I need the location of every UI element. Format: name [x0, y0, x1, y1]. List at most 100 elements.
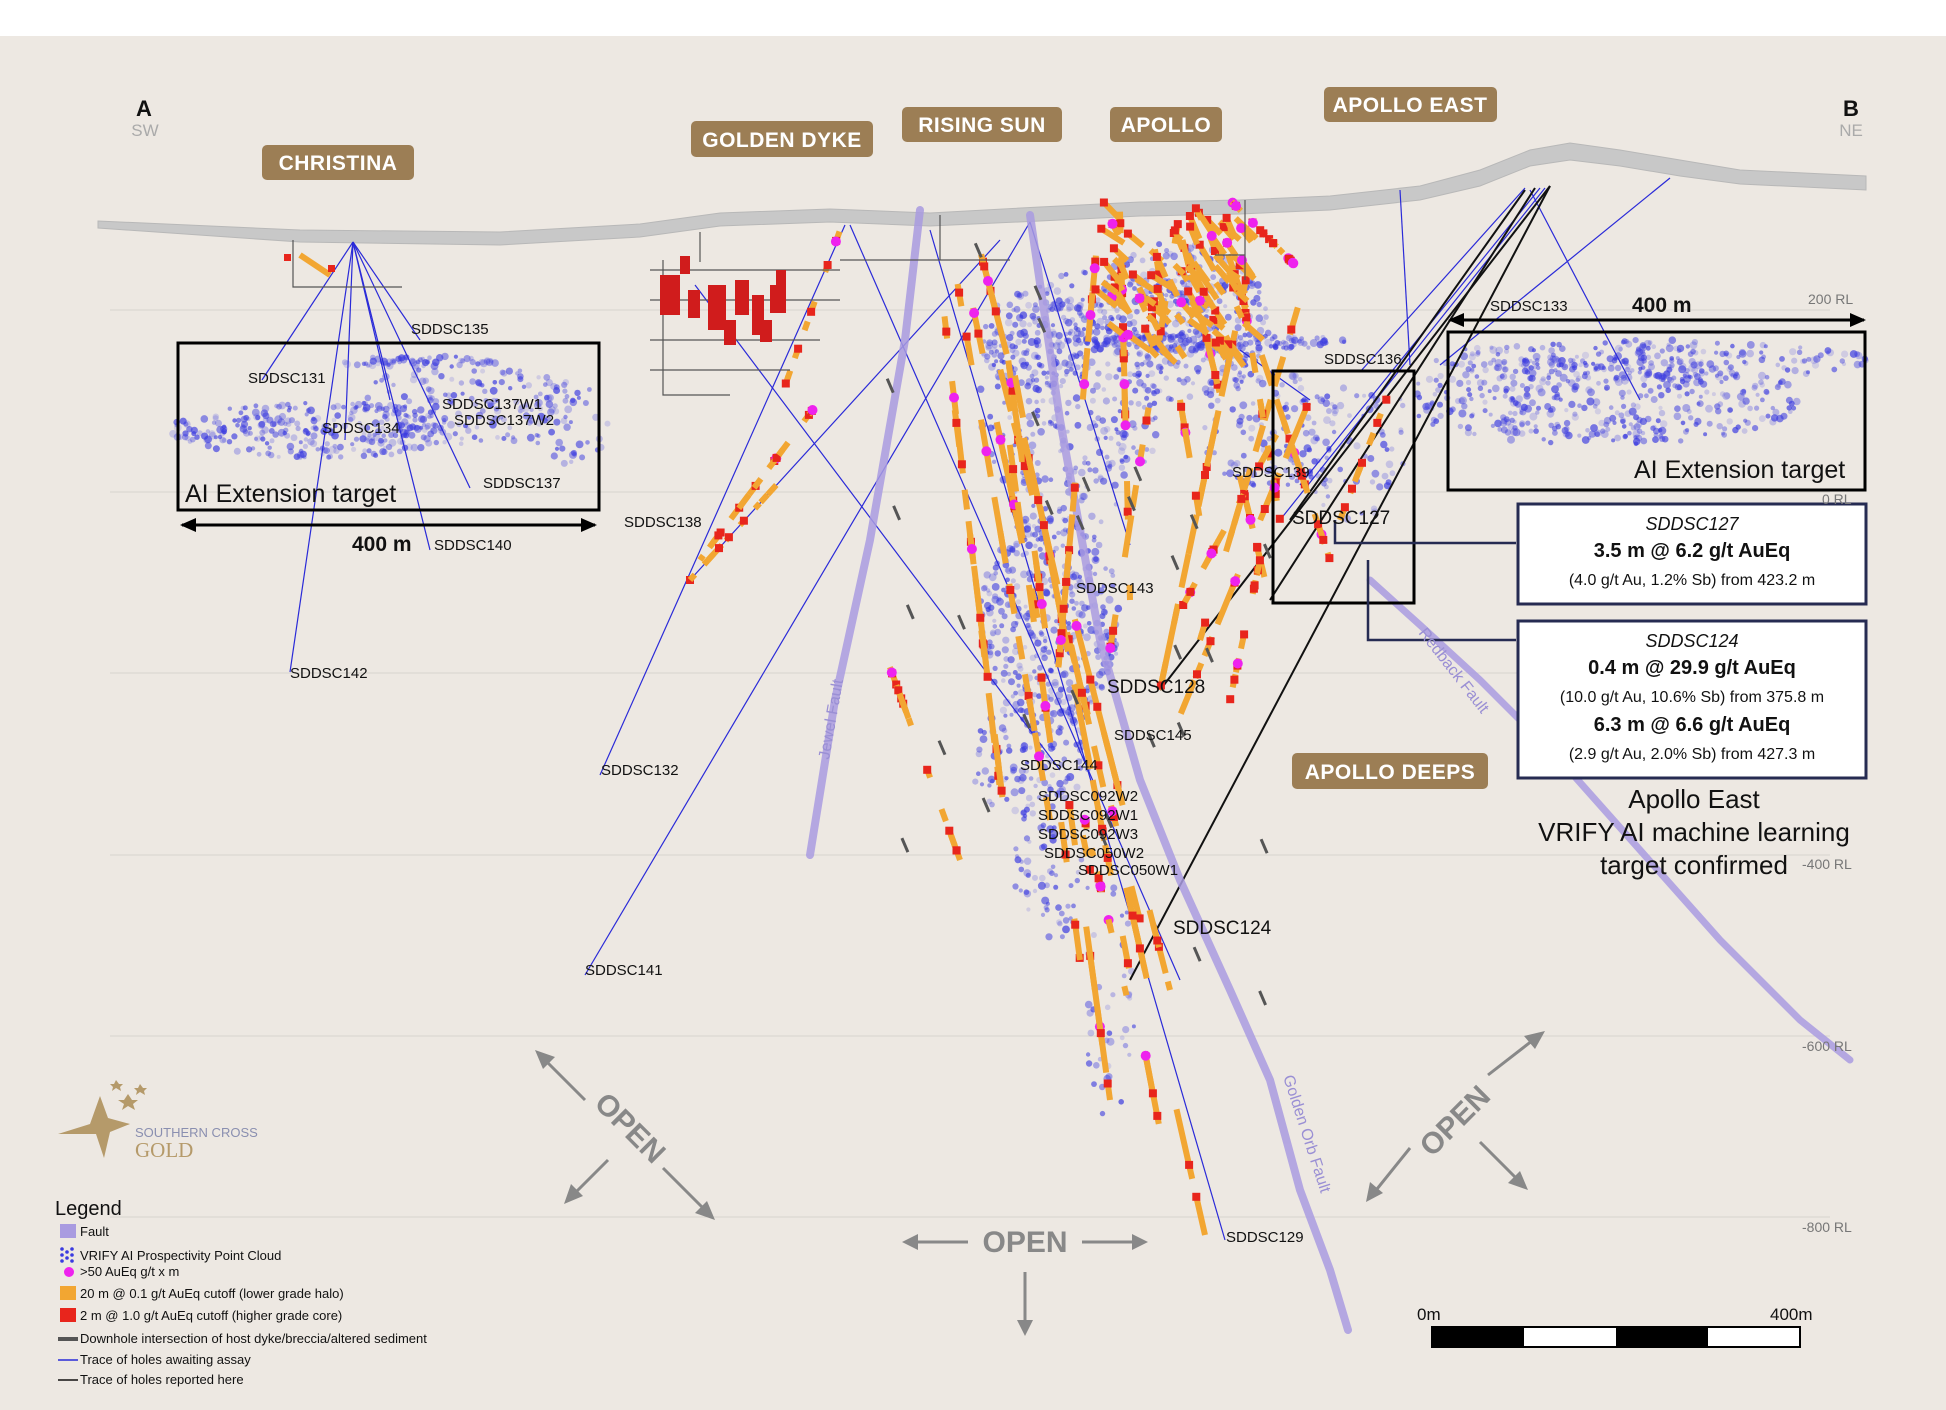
cloud-point [1519, 383, 1525, 388]
cloud-point [1621, 424, 1627, 429]
cloud-point [1432, 392, 1438, 397]
cloud-point [1032, 874, 1038, 881]
cloud-point [442, 440, 447, 445]
halo-interval [1015, 635, 1026, 660]
core-interval [1123, 959, 1132, 968]
cloud-point [1611, 438, 1616, 443]
cloud-point [1685, 428, 1690, 433]
legend-swatch-core [60, 1308, 76, 1322]
cloud-point [1285, 482, 1291, 487]
cloud-point [1110, 573, 1116, 578]
cloud-point [1122, 1042, 1129, 1049]
cloud-point [1037, 428, 1045, 436]
cloud-point [1019, 320, 1027, 328]
cloud-point [1802, 370, 1810, 378]
cloud-point [505, 432, 511, 438]
cloud-point [1269, 336, 1275, 342]
cloud-point [569, 459, 574, 464]
cloud-point [1389, 446, 1395, 452]
cloud-point [343, 360, 351, 369]
corner-a-letter: A [136, 96, 152, 121]
label-sddsc132: SDDSC132 [601, 762, 679, 779]
cloud-point [432, 358, 440, 367]
cloud-point [1083, 633, 1091, 642]
core-interval [1035, 583, 1044, 592]
cloud-point [312, 425, 319, 432]
label-sddsc092w3: SDDSC092W3 [1038, 826, 1138, 843]
high-grade-marker [1122, 329, 1133, 340]
core-interval [1099, 198, 1108, 207]
cloud-point [1224, 313, 1232, 321]
cloud-point [1416, 381, 1421, 386]
cloud-point [1469, 368, 1475, 374]
cloud-point [1564, 408, 1569, 413]
cloud-point [1072, 334, 1081, 343]
cloud-point [1012, 366, 1018, 372]
cloud-point [1760, 397, 1765, 403]
cloud-point [992, 618, 997, 623]
cloud-point [1531, 348, 1536, 353]
cloud-point [253, 403, 259, 409]
cloud-point [1653, 432, 1659, 438]
cloud-point [1090, 387, 1096, 394]
core-interval [1199, 287, 1208, 296]
cloud-point [1112, 396, 1118, 402]
cloud-point [1034, 639, 1042, 647]
cloud-point [991, 595, 1000, 604]
cloud-point [1061, 359, 1069, 367]
label-sddsc145: SDDSC145 [1114, 727, 1192, 744]
core-interval [1237, 494, 1246, 503]
cloud-point [1223, 304, 1228, 309]
cloud-point [1535, 362, 1540, 367]
high-grade-marker [1206, 230, 1217, 241]
cloud-point [1770, 414, 1779, 422]
cloud-point [449, 364, 454, 369]
cloud-point [1764, 390, 1770, 396]
cloud-point [276, 454, 281, 459]
cloud-point [1639, 342, 1647, 349]
cloud-point [1515, 395, 1523, 403]
label-sddsc136: SDDSC136 [1324, 351, 1402, 368]
cloud-point [1077, 574, 1083, 580]
cloud-point [307, 438, 315, 446]
core-interval [991, 307, 1000, 316]
cloud-point [418, 415, 426, 423]
cloud-point [1050, 864, 1056, 870]
cloud-point [1144, 395, 1150, 401]
halo-interval [1281, 421, 1291, 435]
cloud-point [1122, 1026, 1130, 1034]
cloud-point [1016, 662, 1023, 669]
cloud-point [1190, 381, 1196, 386]
core-interval [1128, 270, 1137, 279]
cloud-point [554, 446, 560, 451]
cloud-point [1029, 312, 1037, 320]
cloud-point [1495, 346, 1503, 355]
cloud-point [994, 359, 999, 364]
cloud-point [1550, 341, 1556, 347]
cloud-point [1202, 425, 1208, 431]
cloud-point [1251, 482, 1257, 488]
cloud-point [1058, 910, 1065, 917]
core-interval [945, 826, 954, 835]
cloud-point [324, 441, 330, 447]
cloud-point [1163, 375, 1170, 381]
cloud-point [562, 388, 568, 394]
halo-interval [1353, 466, 1363, 480]
cloud-point [1556, 382, 1562, 388]
cloud-point [1554, 421, 1560, 428]
cloud-point [1433, 377, 1439, 383]
cloud-point [1309, 339, 1318, 347]
cloud-point [1106, 1037, 1115, 1046]
cloud-point [991, 331, 998, 337]
core-interval [1006, 586, 1015, 594]
cloud-point [1008, 566, 1017, 574]
cloud-point [1021, 816, 1027, 822]
cloud-point [1015, 338, 1022, 346]
cloud-point [1690, 348, 1696, 355]
cloud-point [1247, 339, 1254, 346]
cloud-point [1573, 371, 1580, 378]
cloud-point [417, 406, 425, 414]
cloud-point [1128, 400, 1134, 406]
cloud-point [1004, 567, 1010, 573]
legend-item-core: 2 m @ 1.0 g/t AuEq cutoff (higher grade … [80, 1308, 342, 1323]
